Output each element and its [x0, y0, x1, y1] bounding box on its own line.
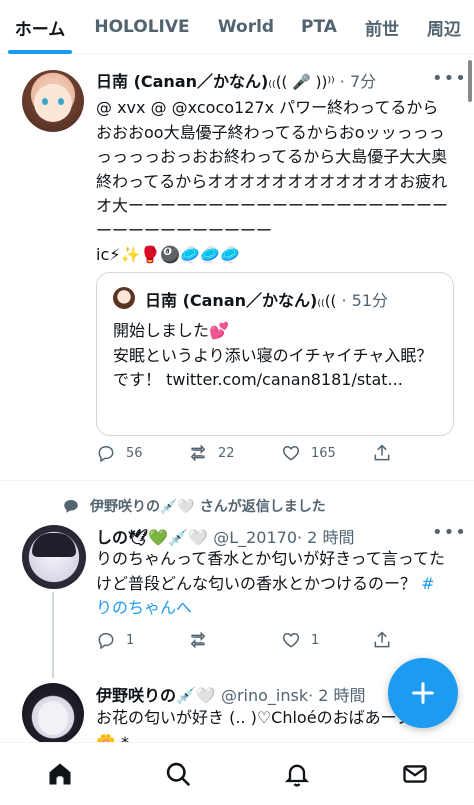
mentions[interactable]: @ xvx @ @xcoco127x	[96, 98, 274, 117]
like-count: 1	[311, 632, 320, 648]
quote-text: 開始しました💕 安眠というより添い寝のイチャイチャ入眠？です！ twitter.…	[113, 319, 443, 393]
avatar[interactable]	[22, 525, 86, 589]
tweet-time[interactable]: · 2 時間	[308, 686, 365, 705]
tab-world[interactable]: World	[204, 0, 288, 54]
display-name[interactable]: しの🕊💚💉🤍	[96, 528, 208, 547]
quote-header: 日南 (Canan／かなん)₍₍(( · 51分	[145, 287, 388, 311]
retweet-icon	[190, 444, 206, 462]
name-decoration: ₍₍(( 🎤 ))⁾⁾	[268, 73, 335, 91]
tweet-text: @ xvx @ @xcoco127x パワー終わってるからおおおoo大島優子終わ…	[96, 96, 448, 266]
reply-bubble-icon	[64, 500, 78, 513]
like-count: 165	[311, 445, 336, 461]
tweet-1[interactable]: 日南 (Canan／かなん)₍₍(( 🎤 ))⁾⁾ · 7分 ••• @ xvx…	[0, 54, 474, 481]
tab-surroundings[interactable]: 周辺	[414, 0, 474, 54]
tab-hololive[interactable]: HOLOLIVE	[80, 0, 204, 54]
tweet-body: パワー終わってるからおおおoo大島優子終わってるからおoッッっっっっっっっおっお…	[96, 98, 448, 240]
share-icon	[374, 631, 390, 648]
share-button[interactable]	[372, 443, 392, 463]
nav-home[interactable]	[45, 759, 75, 789]
bottom-navigation	[0, 742, 474, 805]
share-icon	[374, 444, 390, 461]
display-name[interactable]: 伊野咲りの💉🤍	[96, 686, 216, 705]
plus-icon	[412, 682, 434, 704]
tweet-header: 伊野咲りの💉🤍 @rino_insk· 2 時間	[96, 682, 366, 706]
tweet-text: りのちゃんって香水とか匂いが好きって言ってたけど普段どんな匂いの香水とかつけるの…	[96, 547, 448, 621]
quote-line-2: 安眠というより添い寝のイチャイチャ入眠？です！ twitter.com/cana…	[113, 345, 433, 390]
tab-home[interactable]: ホーム	[0, 0, 80, 54]
retweet-icon	[190, 631, 206, 649]
tweet-body: お花の匂いが好き (.. )♡Chloéのおばあーブ好き🌼 *	[96, 708, 444, 742]
tweet-header: 日南 (Canan／かなん)₍₍(( 🎤 ))⁾⁾ · 7分	[96, 68, 376, 92]
tweet-body-tail: ic⚡✨🥊🎱🥏🥏🥏	[96, 245, 241, 264]
home-icon	[49, 763, 71, 785]
thread-line	[52, 592, 54, 678]
tab-pta[interactable]: PTA	[288, 0, 350, 54]
quote-line-1: 開始しました💕	[113, 321, 229, 340]
avatar[interactable]	[22, 70, 84, 132]
nav-messages[interactable]	[400, 759, 430, 789]
more-icon[interactable]: •••	[432, 522, 467, 543]
nav-search[interactable]	[163, 759, 193, 789]
top-tab-bar: ホーム HOLOLIVE World PTA 前世 周辺	[0, 0, 474, 54]
heart-icon	[282, 632, 300, 648]
compose-tweet-button[interactable]	[388, 658, 458, 728]
reply-banner[interactable]: 伊野咲りの💉🤍 さんが返信しました	[62, 496, 326, 516]
nav-notifications[interactable]	[282, 759, 312, 789]
quoted-tweet[interactable]: 日南 (Canan／かなん)₍₍(( · 51分 開始しました💕 安眠というより…	[96, 272, 454, 436]
tweet-actions: 56 22 165	[96, 443, 396, 467]
quote-name-decoration: ₍₍((	[317, 292, 337, 310]
quote-avatar	[113, 287, 135, 309]
quote-display-name: 日南 (Canan／かなん)	[145, 291, 318, 310]
tweet-actions: 1 1	[96, 630, 396, 654]
reply-button[interactable]: 56	[96, 443, 143, 463]
like-button[interactable]: 165	[281, 443, 336, 463]
display-name[interactable]: 日南 (Canan／かなん)	[96, 72, 268, 91]
reply-button[interactable]: 1	[96, 630, 134, 650]
mail-icon	[403, 765, 427, 783]
quote-time: · 51分	[341, 291, 389, 310]
reply-count: 56	[126, 445, 143, 461]
tweet-body: りのちゃんって香水とか匂いが好きって言ってたけど普段どんな匂いの香水とかつけるの…	[96, 549, 445, 593]
reply-count: 1	[126, 632, 135, 648]
heart-icon	[282, 445, 300, 461]
retweet-button[interactable]	[188, 630, 208, 650]
bell-icon	[284, 764, 310, 787]
reply-icon	[98, 632, 114, 650]
handle[interactable]: @L_20170	[213, 528, 297, 547]
reply-icon	[98, 445, 114, 463]
share-button[interactable]	[372, 630, 392, 650]
retweet-count: 22	[218, 445, 235, 461]
tweet-time[interactable]: · 2 時間	[297, 528, 354, 547]
retweet-button[interactable]: 22	[188, 443, 235, 463]
tab-previous-life[interactable]: 前世	[350, 0, 414, 54]
tweet-time[interactable]: · 7分	[340, 72, 376, 91]
search-icon	[166, 762, 190, 786]
like-button[interactable]: 1	[281, 630, 319, 650]
avatar[interactable]	[22, 683, 84, 745]
more-icon[interactable]: •••	[432, 68, 467, 89]
reply-banner-text: 伊野咲りの💉🤍 さんが返信しました	[90, 499, 326, 515]
tweet-header: しの🕊💚💉🤍 @L_20170· 2 時間	[96, 524, 354, 548]
handle[interactable]: @rino_insk	[221, 686, 308, 705]
